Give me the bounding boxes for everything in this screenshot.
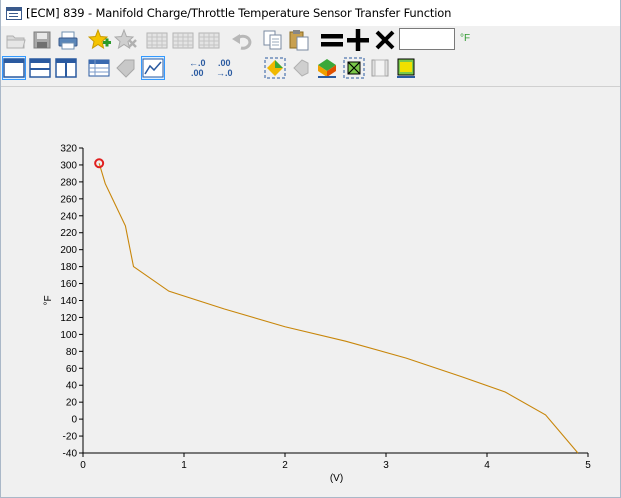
- plus-icon: [347, 29, 369, 51]
- layout-vertical-split-icon: [55, 58, 77, 78]
- y-tick-label: 140: [60, 296, 77, 307]
- y-tick-label: 300: [60, 160, 77, 171]
- layout-horizontal-split-icon: [29, 58, 51, 78]
- title-bar: [ECM] 839 - Manifold Charge/Throttle Tem…: [1, 0, 620, 26]
- tag-button[interactable]: [114, 56, 138, 80]
- plus-button[interactable]: [346, 28, 370, 52]
- interpolate-button[interactable]: [315, 56, 339, 80]
- multiply-icon: [375, 30, 395, 50]
- x-tick-label: 5: [585, 460, 591, 471]
- frame-icon: [371, 59, 389, 77]
- increase-decimal-icon: ←.0 .00: [189, 58, 206, 78]
- increase-decimal-bottom: .00: [191, 68, 204, 78]
- x-tick-label: 2: [282, 460, 288, 471]
- add-favorite-icon: [88, 29, 111, 50]
- fill-icon: [397, 58, 415, 78]
- open-button[interactable]: [4, 28, 28, 52]
- graph-view-icon: [142, 58, 164, 78]
- layout-vertical-split-button[interactable]: [54, 56, 78, 80]
- main-toolbar: [1, 26, 620, 54]
- x-tick-label: 3: [383, 460, 389, 471]
- series-line: [98, 163, 579, 454]
- table-grid-edit-icon: [198, 32, 220, 49]
- table-grid-alt-icon: [172, 32, 194, 49]
- y-tick-label: 240: [60, 211, 77, 222]
- y-tick-label: 160: [60, 279, 77, 290]
- fill-button[interactable]: [394, 56, 418, 80]
- window-title: [ECM] 839 - Manifold Charge/Throttle Tem…: [26, 6, 452, 20]
- x-axis-title: (V): [330, 473, 343, 484]
- equals-icon: [321, 34, 343, 47]
- select-all-button[interactable]: [263, 56, 287, 80]
- select-all-icon: [264, 57, 286, 79]
- layout-horizontal-split-button[interactable]: [28, 56, 52, 80]
- window-icon: [6, 6, 22, 20]
- transfer-function-chart[interactable]: -40-200204060801001201401601802002202402…: [1, 87, 620, 498]
- save-button[interactable]: [30, 28, 54, 52]
- x-tick-label: 4: [484, 460, 490, 471]
- y-tick-label: 0: [71, 415, 77, 426]
- equals-button[interactable]: [320, 28, 344, 52]
- y-tick-label: 120: [60, 313, 77, 324]
- multiply-button[interactable]: [373, 28, 397, 52]
- view-toolbar: ←.0 .00 .00 →.0: [1, 54, 620, 82]
- tag-icon: [116, 59, 135, 78]
- y-tick-label: -40: [63, 449, 78, 460]
- y-tick-label: 100: [60, 330, 77, 341]
- copy-icon: [263, 30, 282, 50]
- graph-view-button[interactable]: [141, 56, 165, 80]
- undo-button[interactable]: [230, 28, 254, 52]
- paste-icon: [289, 30, 309, 51]
- table-grid-icon: [146, 32, 168, 49]
- lasso-icon: [293, 59, 309, 77]
- lasso-button[interactable]: [289, 56, 313, 80]
- unit-label: °F: [460, 33, 471, 44]
- layout-single-icon: [3, 58, 25, 78]
- y-tick-label: 200: [60, 245, 77, 256]
- decrease-decimal-bottom: →.0: [216, 68, 233, 78]
- print-button[interactable]: [56, 28, 80, 52]
- open-folder-icon: [6, 35, 26, 49]
- y-tick-label: 260: [60, 194, 77, 205]
- select-box-icon: [343, 57, 365, 79]
- y-tick-label: 320: [60, 144, 77, 155]
- table-view-button[interactable]: [87, 56, 111, 80]
- save-icon: [33, 31, 51, 49]
- table-grid-alt-button[interactable]: [171, 28, 195, 52]
- y-tick-label: 180: [60, 262, 77, 273]
- y-tick-label: 40: [66, 381, 78, 392]
- undo-icon: [232, 34, 252, 50]
- decrease-decimal-top: .00: [218, 58, 231, 68]
- paste-button[interactable]: [287, 28, 311, 52]
- table-view-icon: [88, 59, 110, 77]
- remove-favorite-button[interactable]: [114, 28, 138, 52]
- copy-button[interactable]: [261, 28, 285, 52]
- increase-decimal-top: ←.0: [189, 58, 206, 68]
- remove-favorite-icon: [114, 29, 137, 50]
- decrease-decimal-icon: .00 →.0: [216, 58, 233, 78]
- x-tick-label: 0: [80, 460, 86, 471]
- table-grid-edit-button[interactable]: [197, 28, 221, 52]
- value-input[interactable]: [399, 28, 455, 50]
- frame-button[interactable]: [368, 56, 392, 80]
- app-window: [ECM] 839 - Manifold Charge/Throttle Tem…: [0, 0, 621, 498]
- interpolate-icon: [318, 59, 336, 78]
- increase-decimal-button[interactable]: ←.0 .00: [187, 56, 213, 80]
- select-box-button[interactable]: [342, 56, 366, 80]
- x-tick-label: 1: [181, 460, 187, 471]
- decrease-decimal-button[interactable]: .00 →.0: [214, 56, 240, 80]
- table-grid-button[interactable]: [145, 28, 169, 52]
- y-axis-title: °F: [43, 295, 54, 305]
- print-icon: [58, 31, 78, 50]
- y-tick-label: 20: [66, 398, 78, 409]
- add-favorite-button[interactable]: [88, 28, 112, 52]
- chart-panel: -40 -20 0 20 40 60 80 100 120 140 160 180 200 220 240 2…: [1, 86, 620, 497]
- y-tick-label: 220: [60, 228, 77, 239]
- y-tick-label: 60: [66, 364, 78, 375]
- layout-single-button[interactable]: [2, 56, 26, 80]
- y-tick-label: 80: [66, 347, 78, 358]
- y-tick-label: -20: [63, 432, 78, 443]
- y-tick-label: 280: [60, 177, 77, 188]
